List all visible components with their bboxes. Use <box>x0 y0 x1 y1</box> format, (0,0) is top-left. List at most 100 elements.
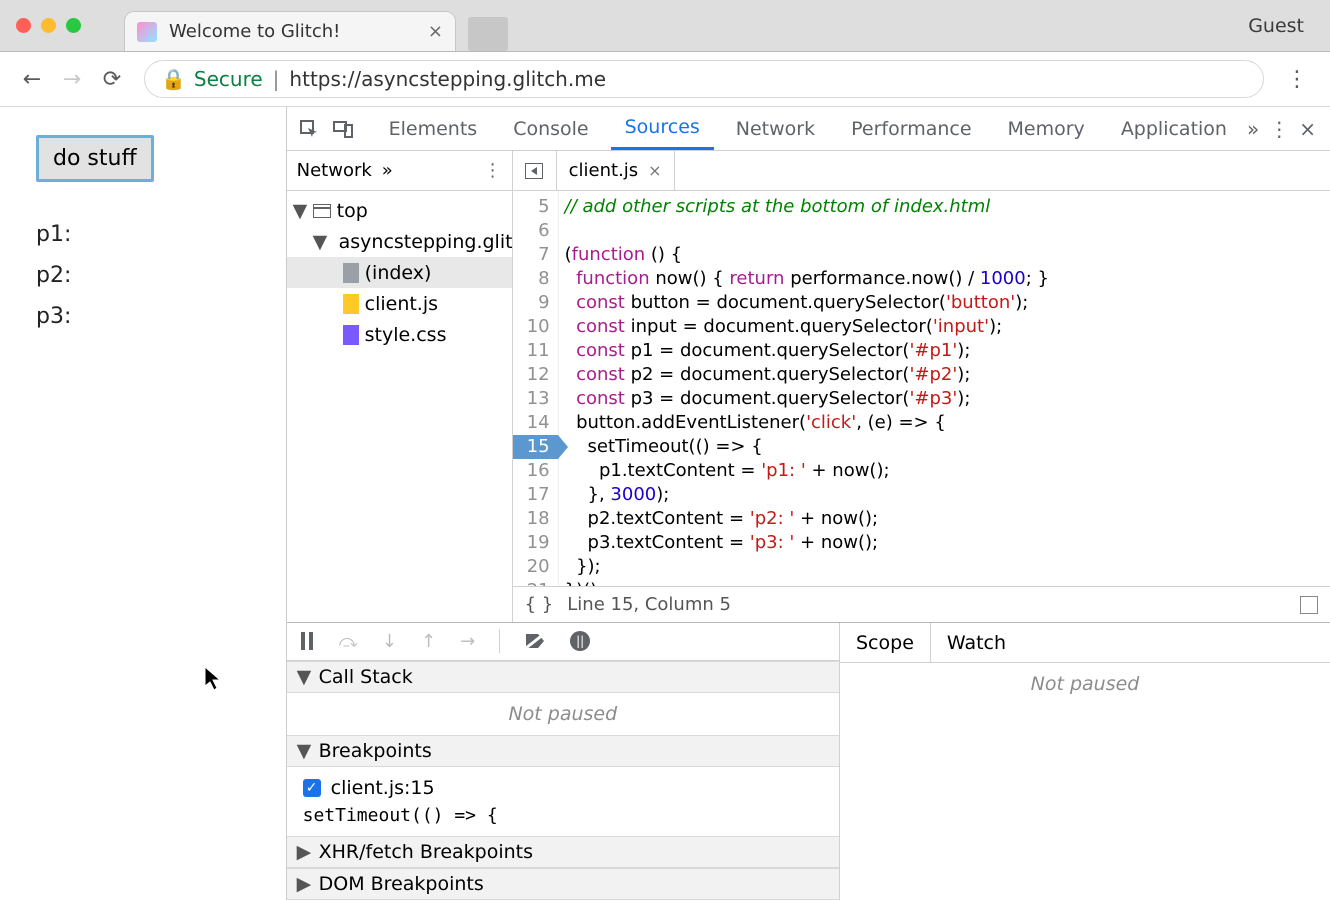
url-text: https://asyncstepping.glitch.me <box>289 67 606 91</box>
pretty-print-icon[interactable]: { } <box>525 594 554 615</box>
do-stuff-button[interactable]: do stuff <box>36 135 154 182</box>
browser-tab[interactable]: Welcome to Glitch! × <box>124 11 456 51</box>
devtools: Elements Console Sources Network Perform… <box>287 107 1330 900</box>
breakpoints-body: ✓ client.js:15 setTimeout(() => { <box>287 767 839 836</box>
editor-tab-label: client.js <box>569 160 639 181</box>
tab-memory[interactable]: Memory <box>994 107 1099 150</box>
back-button[interactable]: ← <box>18 65 46 93</box>
tree-file-label: style.css <box>365 324 447 346</box>
secure-label: Secure <box>194 67 263 91</box>
lock-icon: 🔒 <box>161 67 186 91</box>
close-window-icon[interactable] <box>16 18 31 33</box>
code-area[interactable]: 56789101112131415161718192021 // add oth… <box>513 191 1330 586</box>
js-file-icon <box>343 294 359 314</box>
breakpoint-item[interactable]: ✓ client.js:15 <box>303 777 823 799</box>
nav-more-icon[interactable]: » <box>382 160 393 181</box>
coverage-icon[interactable] <box>1300 596 1318 614</box>
tab-elements[interactable]: Elements <box>375 107 492 150</box>
call-stack-header[interactable]: ▼ Call Stack <box>287 661 839 693</box>
scope-watch-panel: Scope Watch Not paused <box>840 623 1330 900</box>
url-bar: ← → ⟳ 🔒 Secure | https://asyncstepping.g… <box>0 52 1330 107</box>
pause-icon[interactable] <box>299 632 315 650</box>
more-tabs-icon[interactable]: » <box>1247 117 1259 141</box>
step-icon[interactable]: → <box>460 631 475 652</box>
debugger-controls: ⤼ ↓ ↑ → || <box>287 623 839 661</box>
breakpoint-code: setTimeout(() => { <box>303 805 823 826</box>
breakpoints-header[interactable]: ▼ Breakpoints <box>287 735 839 767</box>
dom-label: DOM Breakpoints <box>319 873 484 895</box>
checkbox-checked-icon[interactable]: ✓ <box>303 779 321 797</box>
maximize-window-icon[interactable] <box>66 18 81 33</box>
page-viewport: do stuff p1: p2: p3: <box>0 107 287 900</box>
breakpoint-file: client.js:15 <box>331 777 435 799</box>
editor-tab-clientjs[interactable]: client.js × <box>557 151 675 190</box>
tree-domain[interactable]: ▼ asyncstepping.glitc <box>287 226 512 257</box>
browser-menu-icon[interactable]: ⋮ <box>1286 67 1308 92</box>
forward-button[interactable]: → <box>58 65 86 93</box>
tree-file-label: client.js <box>365 293 438 315</box>
line-gutter[interactable]: 56789101112131415161718192021 <box>513 191 559 586</box>
p1-label: p1: <box>36 222 250 247</box>
tab-watch[interactable]: Watch <box>931 623 1022 662</box>
tree-file-stylecss[interactable]: style.css <box>287 319 512 350</box>
close-file-icon[interactable]: × <box>648 161 661 180</box>
step-into-icon[interactable]: ↓ <box>382 631 397 652</box>
favicon-icon <box>137 22 157 42</box>
profile-label[interactable]: Guest <box>1248 15 1304 37</box>
tab-title: Welcome to Glitch! <box>169 21 340 42</box>
devtools-toolbar: Elements Console Sources Network Perform… <box>287 107 1330 151</box>
nav-menu-icon[interactable]: ⋮ <box>484 160 502 181</box>
caret-down-icon: ▼ <box>297 666 311 688</box>
caret-down-icon: ▼ <box>313 231 327 253</box>
scope-body: Not paused <box>840 663 1330 900</box>
step-over-icon[interactable]: ⤼ <box>339 631 358 652</box>
pause-exceptions-icon[interactable]: || <box>570 631 590 651</box>
tab-application[interactable]: Application <box>1107 107 1241 150</box>
caret-right-icon: ▶ <box>297 841 311 863</box>
window-icon <box>313 204 331 218</box>
step-out-icon[interactable]: ↑ <box>421 631 436 652</box>
code-editor: client.js × 5678910111213141516171819202… <box>513 151 1330 622</box>
sources-navigator: Network » ⋮ ▼ top ▼ asyncstepping.glitc <box>287 151 513 622</box>
nav-tab-network[interactable]: Network <box>297 160 372 181</box>
file-tree: ▼ top ▼ asyncstepping.glitc (index) <box>287 191 512 622</box>
toggle-navigator-icon[interactable] <box>513 151 557 190</box>
omnibox[interactable]: 🔒 Secure | https://asyncstepping.glitch.… <box>144 60 1264 98</box>
editor-status: { } Line 15, Column 5 <box>513 586 1330 622</box>
p3-label: p3: <box>36 304 250 329</box>
caret-down-icon: ▼ <box>297 740 311 762</box>
new-tab-button[interactable] <box>468 17 508 51</box>
xhr-breakpoints-header[interactable]: ▶ XHR/fetch Breakpoints <box>287 836 839 868</box>
tab-performance[interactable]: Performance <box>837 107 985 150</box>
tree-top[interactable]: ▼ top <box>287 195 512 226</box>
call-stack-body: Not paused <box>287 693 839 735</box>
dom-breakpoints-header[interactable]: ▶ DOM Breakpoints <box>287 868 839 900</box>
tree-file-label: (index) <box>365 262 432 284</box>
reload-button[interactable]: ⟳ <box>98 65 126 93</box>
document-icon <box>343 263 359 283</box>
breakpoints-label: Breakpoints <box>319 740 432 762</box>
p2-label: p2: <box>36 263 250 288</box>
browser-chrome: Welcome to Glitch! × Guest <box>0 0 1330 52</box>
close-tab-icon[interactable]: × <box>428 21 443 42</box>
tab-console[interactable]: Console <box>499 107 602 150</box>
code-content[interactable]: // add other scripts at the bottom of in… <box>559 191 1330 586</box>
device-toggle-icon[interactable] <box>329 115 357 143</box>
deactivate-breakpoints-icon[interactable] <box>524 632 546 650</box>
cursor-position: Line 15, Column 5 <box>567 594 731 615</box>
tree-domain-label: asyncstepping.glitc <box>339 231 512 253</box>
tab-scope[interactable]: Scope <box>840 623 931 662</box>
devtools-menu-icon[interactable]: ⋮ <box>1269 117 1289 141</box>
close-devtools-icon[interactable]: × <box>1299 117 1316 141</box>
caret-right-icon: ▶ <box>297 873 311 895</box>
minimize-window-icon[interactable] <box>41 18 56 33</box>
call-stack-label: Call Stack <box>319 666 413 688</box>
tree-file-index[interactable]: (index) <box>287 257 512 288</box>
inspect-icon[interactable] <box>295 115 323 143</box>
tab-network[interactable]: Network <box>722 107 829 150</box>
tree-file-clientjs[interactable]: client.js <box>287 288 512 319</box>
css-file-icon <box>343 325 359 345</box>
window-controls <box>16 18 81 33</box>
tree-top-label: top <box>337 200 368 222</box>
tab-sources[interactable]: Sources <box>611 107 714 150</box>
